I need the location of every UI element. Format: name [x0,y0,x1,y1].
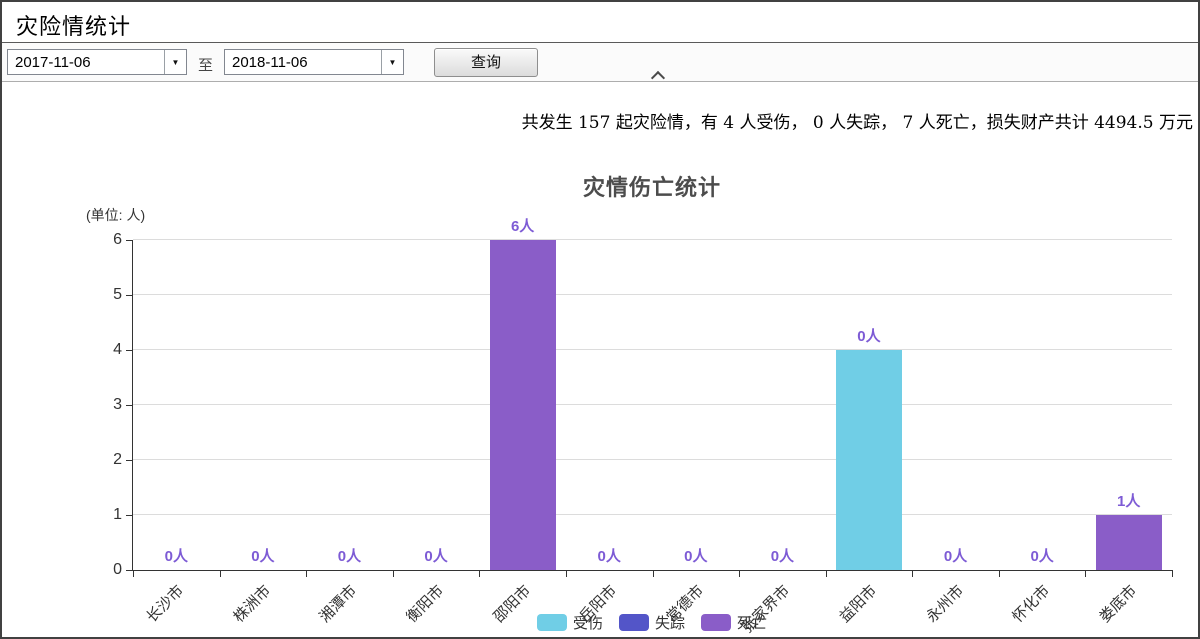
y-axis-label: 5 [86,286,122,304]
start-date-value[interactable]: 2017-11-06 [8,50,164,74]
x-axis-tick [1085,571,1086,577]
x-axis-tick [133,571,134,577]
y-axis-label: 1 [86,506,122,524]
bar-value-label: 0人 [1002,548,1082,566]
y-axis-label: 0 [86,561,122,579]
bar-value-label: 0人 [396,548,476,566]
x-axis-tick [220,571,221,577]
legend-swatch [537,614,567,631]
end-date-value[interactable]: 2018-11-06 [225,50,381,74]
x-axis-line [132,570,1173,571]
legend-item-死亡[interactable]: 死亡 [701,612,767,633]
y-axis-label: 2 [86,451,122,469]
bar-value-label: 0人 [569,548,649,566]
app-window: 灾险情统计 2017-11-06 ▼ 至 2018-11-06 ▼ 查询 共发生… [0,0,1200,639]
x-axis-tick [306,571,307,577]
to-label: 至 [198,54,213,75]
bar-value-label: 1人 [1089,493,1169,511]
filter-toolbar: 2017-11-06 ▼ 至 2018-11-06 ▼ 查询 [2,43,1198,82]
y-axis-tick [126,515,132,516]
x-axis-tick [653,571,654,577]
collapse-panel-toggle[interactable] [650,70,666,82]
y-axis-tick [126,295,132,296]
gridline [133,349,1172,350]
gridline [133,514,1172,515]
y-axis-unit-label: (单位: 人) [86,205,145,225]
legend-item-失踪[interactable]: 失踪 [619,612,685,633]
legend-swatch [619,614,649,631]
start-date-picker[interactable]: 2017-11-06 ▼ [7,49,187,75]
bar-value-label: 0人 [223,548,303,566]
summary-text: 共发生 157 起灾险情，有 4 人受伤， 0 人失踪， 7 人死亡，损失财产共… [522,108,1193,133]
y-axis-tick [126,240,132,241]
x-axis-tick [739,571,740,577]
page-title: 灾险情统计 [16,9,131,41]
dropdown-arrow-icon[interactable]: ▼ [381,50,403,74]
end-date-picker[interactable]: 2018-11-06 ▼ [224,49,404,75]
x-axis-tick [566,571,567,577]
y-axis-tick [126,405,132,406]
y-axis-label: 4 [86,341,122,359]
bar-value-label: 0人 [656,548,736,566]
chart-title: 灾情伤亡统计 [152,170,1152,202]
legend-swatch [701,614,731,631]
bar-segment-死亡 [1096,515,1162,570]
gridline [133,239,1172,240]
bar-value-label: 0人 [309,548,389,566]
query-button[interactable]: 查询 [434,48,538,77]
gridline [133,294,1172,295]
x-axis-tick [912,571,913,577]
y-axis-tick [126,570,132,571]
bar-value-label: 6人 [483,218,563,236]
y-axis-label: 6 [86,231,122,249]
x-axis-tick [393,571,394,577]
dropdown-arrow-icon[interactable]: ▼ [164,50,186,74]
legend-label: 受伤 [573,612,603,633]
bar-value-label: 0人 [136,548,216,566]
toolbar-divider [2,81,1198,82]
casualty-bar-chart: 灾情伤亡统计 (单位: 人) 受伤失踪死亡 01234560人长沙市0人株洲市0… [2,2,1200,639]
title-bar: 灾险情统计 [2,2,1198,43]
bar-value-label: 0人 [742,548,822,566]
y-axis-tick [126,460,132,461]
y-axis-label: 3 [86,396,122,414]
x-axis-tick [826,571,827,577]
x-axis-tick [1172,571,1173,577]
bar-value-label: 0人 [829,328,909,346]
x-axis-tick [999,571,1000,577]
bar-segment-死亡 [490,240,556,570]
bar-segment-受伤 [836,350,902,570]
y-axis-tick [126,350,132,351]
legend-label: 失踪 [655,612,685,633]
chart-legend: 受伤 失踪 死亡 [152,612,1152,633]
gridline [133,404,1172,405]
y-axis-line [132,240,133,570]
bar-value-label: 0人 [916,548,996,566]
gridline [133,459,1172,460]
x-axis-tick [479,571,480,577]
legend-label: 死亡 [737,612,767,633]
chevron-up-icon [651,71,665,85]
legend-item-受伤[interactable]: 受伤 [537,612,603,633]
